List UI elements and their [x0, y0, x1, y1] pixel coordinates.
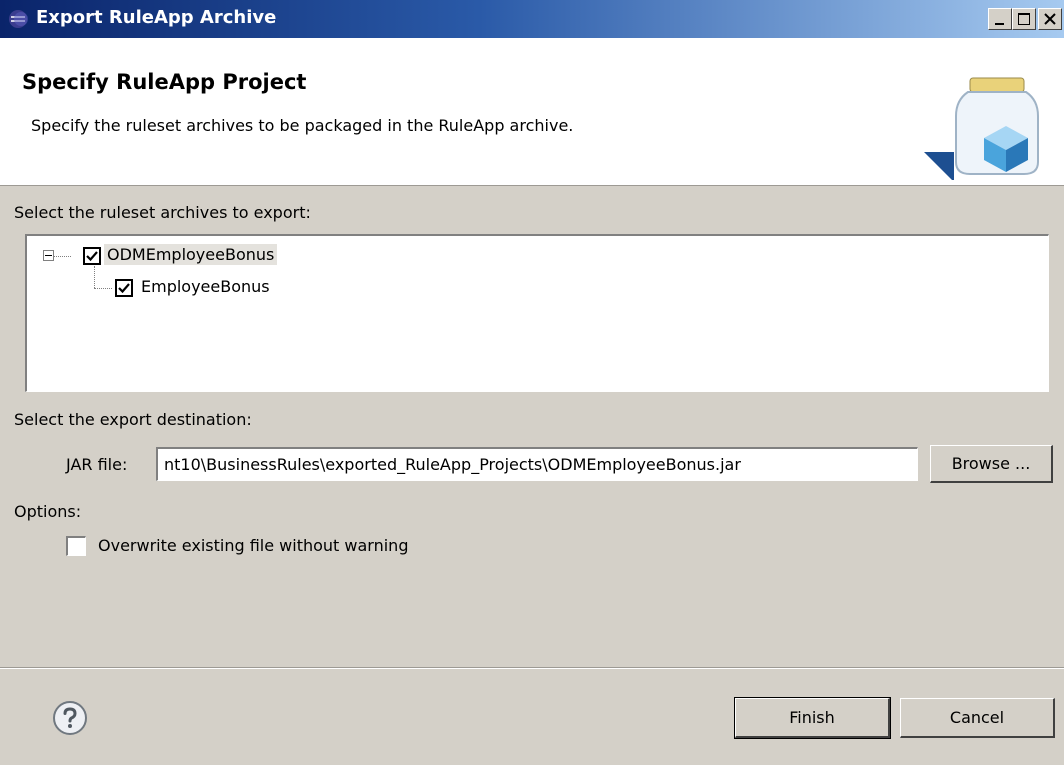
title-bar[interactable]: Export RuleApp Archive	[0, 0, 1064, 38]
eclipse-icon	[9, 10, 28, 28]
jar-file-label: JAR file:	[66, 455, 128, 474]
checkmark-icon	[86, 251, 98, 262]
export-dialog: Export RuleApp Archive Specify RuleApp P…	[0, 0, 1064, 765]
collapse-icon[interactable]	[43, 250, 54, 261]
destination-section-label: Select the export destination:	[14, 410, 252, 429]
ruleset-tree[interactable]: ODMEmployeeBonus EmployeeBonus	[25, 234, 1049, 392]
page-title: Specify RuleApp Project	[22, 70, 307, 94]
tree-item-label: ODMEmployeeBonus	[104, 244, 278, 265]
page-description: Specify the ruleset archives to be packa…	[31, 116, 574, 135]
window-title: Export RuleApp Archive	[36, 7, 277, 28]
browse-button[interactable]: Browse ...	[930, 445, 1053, 483]
jar-with-cube-icon	[924, 77, 1039, 180]
ruleset-section-label: Select the ruleset archives to export:	[14, 203, 311, 222]
cancel-button[interactable]: Cancel	[900, 698, 1055, 738]
jar-file-input[interactable]	[156, 447, 918, 481]
checkmark-icon	[118, 283, 130, 294]
overwrite-label[interactable]: Overwrite existing file without warning	[98, 536, 408, 555]
tree-item-odmemployeebonus[interactable]: ODMEmployeeBonus	[27, 244, 427, 268]
minimize-button[interactable]	[988, 8, 1012, 30]
footer-separator	[0, 667, 1064, 669]
help-icon[interactable]	[52, 700, 88, 736]
close-icon	[1044, 13, 1056, 25]
close-button[interactable]	[1038, 8, 1062, 30]
tree-item-label: EmployeeBonus	[141, 277, 270, 296]
overwrite-checkbox[interactable]	[66, 536, 86, 556]
options-section-label: Options:	[14, 502, 82, 521]
tree-checkbox[interactable]	[115, 279, 133, 297]
tree-checkbox[interactable]	[83, 247, 101, 265]
maximize-button[interactable]	[1012, 8, 1036, 30]
finish-button[interactable]: Finish	[734, 697, 891, 739]
wizard-banner: Specify RuleApp Project Specify the rule…	[0, 38, 1064, 186]
tree-item-employeebonus[interactable]: EmployeeBonus	[27, 276, 427, 300]
